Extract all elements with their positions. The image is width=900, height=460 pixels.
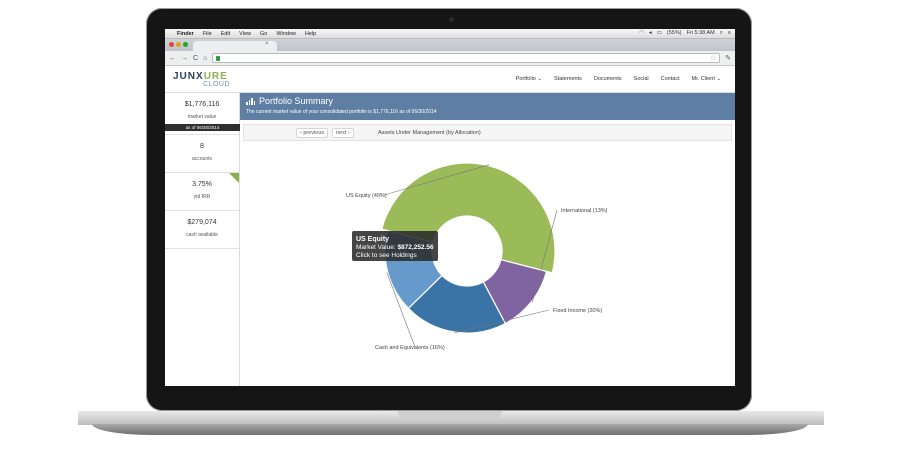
camera-icon [449,17,454,22]
browser-toolbar: ← → C ⌂ ☆ ✎ [165,51,735,66]
screen: Finder File Edit View Go Window Help ◠ ◂… [165,29,735,386]
window-controls [169,42,188,47]
reload-icon[interactable]: C [193,55,198,62]
list-icon[interactable]: ≡ [728,30,731,37]
app: JUNXURE CLOUD Portfolio ⌄ Statements Doc… [165,66,735,386]
wrench-icon[interactable]: ✎ [725,54,731,62]
zoom-window-icon[interactable] [183,42,188,47]
menu-window[interactable]: Window [276,31,296,37]
page-subtitle: The current market value of your consoli… [246,109,437,115]
brand-logo[interactable]: JUNXURE CLOUD [165,66,240,93]
as-of-date: as of 06/30/2014 [165,124,240,131]
star-icon[interactable]: ☆ [710,54,716,62]
cash-label: cash available [186,232,218,238]
selected-corner [229,173,239,183]
stat-irr[interactable]: 3.75% ytd IRR [165,173,239,211]
battery-percent: (55%) [666,30,682,36]
portfolio-header: Portfolio Summary The current market val… [240,93,735,120]
irr-label: ytd IRR [193,194,211,200]
battery-icon[interactable]: ▭ [657,30,662,37]
os-menubar: Finder File Edit View Go Window Help ◠ ◂… [165,29,735,39]
menu-view[interactable]: View [239,31,251,37]
close-tab-icon[interactable]: × [265,41,269,47]
menu-edit[interactable]: Edit [221,31,230,37]
chart-caption: Assets Under Management (by Allocation) [378,129,481,136]
status-area: ◠ ◂ ▭ (55%) Fri 5:38 AM ⌕ ≡ [639,30,731,37]
home-icon[interactable]: ⌂ [203,55,207,62]
previous-button[interactable]: ‹ previous [296,127,329,138]
minimize-window-icon[interactable] [176,42,181,47]
volume-icon[interactable]: ◂ [649,30,652,37]
page-title-row: Portfolio Summary [246,96,729,106]
menu-file[interactable]: File [203,31,212,37]
laptop: Finder File Edit View Go Window Help ◠ ◂… [0,0,900,460]
lock-icon [216,55,221,61]
stat-cash[interactable]: $279,074 cash available [165,211,239,249]
menu-go[interactable]: Go [260,31,267,37]
logo-sub: CLOUD [203,80,231,88]
close-window-icon[interactable] [169,42,174,47]
page-title: Portfolio Summary [259,96,334,106]
stat-market-value[interactable]: $1,776,116 market value as of 06/30/2014 [165,93,240,135]
market-value: $1,776,116 [184,101,220,108]
menu-help[interactable]: Help [305,31,316,37]
next-button[interactable]: next › [332,127,354,138]
top-navigation: JUNXURE CLOUD Portfolio ⌄ Statements Doc… [165,66,735,93]
accounts-count: 8 [200,143,204,150]
menu-finder[interactable]: Finder [177,31,194,37]
wifi-icon[interactable]: ◠ [639,30,644,37]
bar-chart-icon [246,97,255,105]
stat-accounts[interactable]: 8 accounts [165,135,239,173]
clock[interactable]: Fri 5:38 AM [687,30,715,37]
url-field[interactable]: ☆ [212,53,721,63]
laptop-notch [398,411,502,419]
search-icon[interactable]: ⌕ [720,30,723,37]
browser-tabbar: × [165,39,735,51]
cash-value: $279,074 [187,219,217,226]
summary-sidebar: $1,776,116 market value as of 06/30/2014… [165,93,240,386]
market-value-label: market value [187,114,217,120]
main-panel: Portfolio Summary The current market val… [240,93,735,386]
irr-value: 3.75% [192,181,212,188]
laptop-base-bottom [92,424,808,435]
accounts-label: accounts [191,156,212,162]
forward-icon[interactable]: → [181,55,188,62]
chart-pager: ‹ previous next › Assets Under Managemen… [243,124,732,141]
nav-user-menu[interactable]: Mr. Client ⌄ [692,76,721,82]
back-icon[interactable]: ← [169,55,176,62]
